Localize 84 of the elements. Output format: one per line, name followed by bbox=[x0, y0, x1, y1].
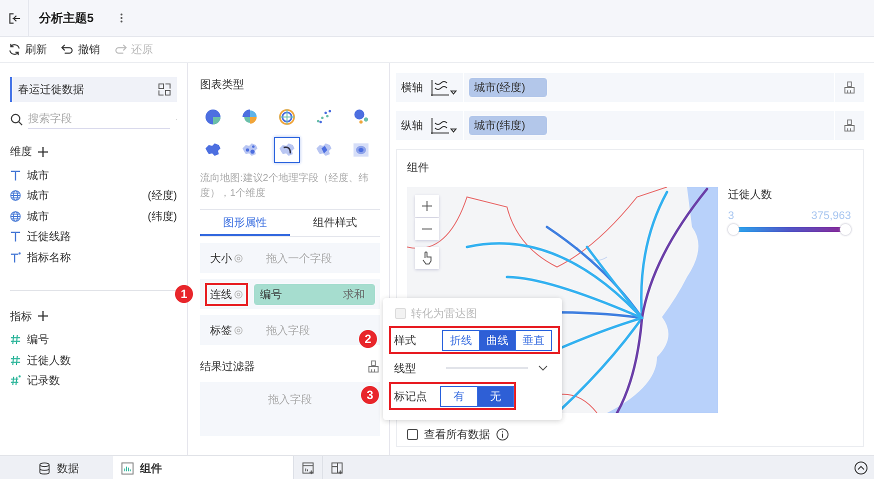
checkbox[interactable] bbox=[407, 429, 418, 440]
sweep-icon[interactable] bbox=[843, 119, 856, 132]
add-layout-icon bbox=[330, 462, 344, 474]
section-title: 指标 bbox=[10, 310, 32, 324]
sweep-icon[interactable] bbox=[367, 360, 380, 373]
axis-label: 横轴 bbox=[400, 81, 424, 95]
number-type-icon bbox=[10, 375, 21, 386]
field-pill[interactable]: 编号 求和 bbox=[254, 284, 375, 304]
range-handle[interactable] bbox=[728, 224, 739, 235]
dataset-header[interactable]: 春运迁徙数据 bbox=[10, 77, 177, 102]
drop-zone-hint: 拖入一个字段 bbox=[266, 252, 332, 266]
search-field[interactable]: 搜索字段 bbox=[28, 110, 170, 128]
field-pill[interactable]: 城市(经度) bbox=[469, 78, 548, 97]
chart-type-option[interactable] bbox=[274, 137, 300, 163]
field-suffix: (纬度) bbox=[148, 210, 177, 224]
axis-settings-icon[interactable] bbox=[431, 118, 457, 134]
axis-settings-icon[interactable] bbox=[431, 80, 457, 96]
field-item[interactable]: 记录数 bbox=[27, 373, 177, 388]
toolbar-button[interactable]: 刷新 bbox=[8, 42, 47, 57]
dataset-name: 春运迁徙数据 bbox=[18, 82, 84, 97]
segment-option[interactable]: 曲线 bbox=[479, 330, 515, 350]
radial-chart-icon bbox=[277, 107, 297, 127]
pie-chart-icon bbox=[203, 107, 223, 127]
field-item[interactable]: 迁徙线路 bbox=[27, 229, 177, 244]
number-type-icon bbox=[10, 354, 21, 366]
hand-icon bbox=[421, 251, 433, 265]
field-suffix: (经度) bbox=[148, 188, 177, 204]
legend-min: 3 bbox=[728, 210, 734, 222]
field-item[interactable]: 指标名称 bbox=[27, 250, 177, 265]
exit-icon[interactable] bbox=[8, 12, 20, 24]
plus-icon bbox=[422, 201, 432, 211]
step-number-badge: 1 bbox=[175, 285, 193, 303]
checkbox-label[interactable]: 查看所有数据 bbox=[424, 427, 490, 442]
search-icon bbox=[10, 112, 23, 126]
redo-icon bbox=[114, 43, 127, 56]
text-type-icon bbox=[10, 170, 21, 181]
section-title: 维度 bbox=[10, 144, 32, 159]
legend-max: 375,963 bbox=[811, 210, 851, 222]
section-title: 结果过滤器 bbox=[200, 360, 255, 374]
bottom-tab[interactable]: 数据 bbox=[0, 456, 113, 479]
property-label: 标签 bbox=[205, 318, 248, 342]
property-label: 连线 bbox=[205, 282, 248, 306]
field-item[interactable]: 城市 bbox=[27, 208, 142, 224]
field-item[interactable]: 编号 bbox=[27, 332, 177, 348]
option-label: 样式 bbox=[394, 334, 417, 348]
globe-icon bbox=[10, 210, 21, 222]
database-icon bbox=[38, 462, 51, 474]
option-label: 标记点 bbox=[394, 390, 428, 404]
field-item[interactable]: 城市 bbox=[27, 168, 177, 183]
range-handle[interactable] bbox=[840, 224, 851, 235]
hand-tool-button[interactable] bbox=[415, 247, 439, 269]
chart-hint: 流向地图:建议2个地理字段（经度、纬度），1个维度 bbox=[200, 171, 380, 210]
field-pill[interactable]: 城市(纬度) bbox=[469, 116, 548, 135]
switch-dataset-icon[interactable] bbox=[158, 83, 171, 96]
bottom-tab[interactable]: 组件 bbox=[113, 456, 293, 479]
globe-icon bbox=[10, 190, 21, 202]
chevron-down-icon[interactable] bbox=[538, 365, 548, 371]
field-item[interactable]: 城市 bbox=[27, 188, 142, 204]
property-tab[interactable]: 组件样式 bbox=[290, 210, 380, 236]
option-label: 线型 bbox=[394, 362, 417, 376]
toolbar-button[interactable]: 撤销 bbox=[61, 42, 100, 57]
zoom-in-button[interactable] bbox=[415, 195, 439, 217]
text-type-icon bbox=[10, 231, 21, 242]
legend-title: 迁徙人数 bbox=[728, 188, 773, 202]
bar-chart-icon bbox=[121, 462, 134, 474]
property-tab[interactable]: 图形属性 bbox=[200, 210, 290, 236]
analysis-title[interactable]: 分析主题5 bbox=[39, 10, 94, 26]
segment-option[interactable]: 无 bbox=[477, 386, 513, 406]
info-icon[interactable] bbox=[496, 428, 509, 441]
number-type-icon bbox=[10, 334, 21, 346]
section-title: 图表类型 bbox=[200, 78, 245, 92]
drop-zone-hint: 拖入字段 bbox=[266, 324, 310, 338]
expand-up-icon[interactable] bbox=[854, 461, 868, 475]
add-icon[interactable] bbox=[38, 146, 48, 156]
component-title: 组件 bbox=[407, 161, 430, 175]
axis-label: 纵轴 bbox=[400, 119, 424, 133]
field-item[interactable]: 迁徙人数 bbox=[27, 352, 177, 368]
add-icon[interactable] bbox=[38, 311, 48, 321]
add-chart-icon bbox=[302, 462, 314, 474]
text-type-icon bbox=[10, 252, 21, 263]
refresh-icon bbox=[8, 43, 21, 56]
sweep-icon[interactable] bbox=[843, 81, 856, 94]
property-label: 大小 bbox=[205, 246, 248, 270]
undo-icon bbox=[61, 43, 74, 56]
